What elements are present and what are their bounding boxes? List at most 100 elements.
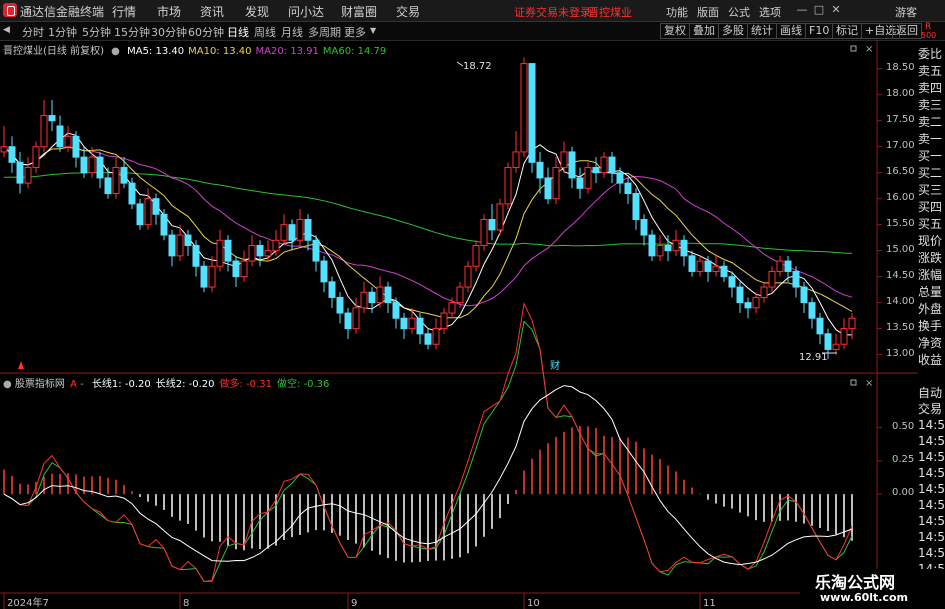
candle[interactable] [784, 260, 792, 272]
menu-item-caifuquan[interactable]: 财富圈 [341, 3, 377, 20]
trade-row-3[interactable]: 14:56 [918, 433, 945, 449]
candle[interactable] [96, 156, 104, 179]
fuquan-button[interactable]: 复权 [660, 23, 690, 39]
candle[interactable] [680, 239, 688, 257]
candle[interactable] [528, 63, 536, 163]
quote-field-2[interactable]: 卖四 [918, 80, 945, 97]
candle[interactable] [200, 265, 208, 288]
tab-weekly[interactable]: 周线 [254, 24, 276, 40]
candle[interactable] [776, 260, 784, 272]
quote-field-11[interactable]: 现价 [918, 233, 945, 250]
panel-close-icon[interactable]: × [865, 44, 873, 55]
tab-1min[interactable]: 1分钟 [48, 24, 77, 40]
candle[interactable] [752, 296, 760, 309]
candle[interactable] [288, 224, 296, 241]
minimize-icon[interactable]: — [795, 4, 809, 16]
candle[interactable] [104, 177, 112, 195]
candle[interactable] [264, 250, 272, 257]
candle[interactable] [712, 265, 720, 272]
candle[interactable] [688, 255, 696, 272]
trade-row-0[interactable]: 自动 [918, 385, 945, 401]
candle[interactable] [128, 182, 136, 205]
quote-field-9[interactable]: 买四 [918, 199, 945, 216]
duogu-button[interactable]: 多股 [718, 23, 748, 39]
indicator-expand-icon[interactable] [850, 379, 857, 386]
candle[interactable] [744, 302, 752, 309]
biaoji-button[interactable]: 标记 [832, 23, 862, 39]
candle[interactable] [0, 146, 8, 153]
candle[interactable] [208, 265, 216, 288]
candle[interactable] [736, 286, 744, 304]
candle[interactable] [280, 224, 288, 241]
candle[interactable] [808, 302, 816, 319]
quote-field-0[interactable]: 委比 [918, 46, 945, 63]
candle[interactable] [488, 218, 496, 231]
candle[interactable] [456, 286, 464, 304]
candle[interactable] [648, 234, 656, 257]
candle[interactable] [640, 218, 648, 236]
candle[interactable] [848, 317, 856, 330]
finance-marker[interactable]: 财 [550, 359, 560, 372]
trade-row-1[interactable]: 交易 [918, 401, 945, 417]
indicator-close-icon[interactable]: × [865, 378, 873, 389]
tab-30min[interactable]: 30分钟 [151, 24, 187, 40]
candle[interactable] [136, 203, 144, 226]
menu-item-faxian[interactable]: 发现 [245, 3, 269, 20]
quote-field-5[interactable]: 卖一 [918, 131, 945, 148]
tab-daily[interactable]: 日线 [227, 24, 249, 40]
candle[interactable] [112, 167, 120, 195]
candle[interactable] [256, 244, 264, 257]
quote-field-16[interactable]: 换手 [918, 318, 945, 335]
indicator-mode[interactable]: A [70, 379, 77, 390]
menu-item-banmian[interactable]: 版面 [697, 4, 719, 20]
guest-label[interactable]: 游客 [895, 4, 917, 20]
menu-item-shichang[interactable]: 市场 [157, 3, 181, 20]
candle[interactable] [32, 146, 40, 169]
quote-field-4[interactable]: 卖二 [918, 114, 945, 131]
close-icon[interactable]: ✕ [829, 4, 843, 16]
indicator-settings-icon[interactable]: ● [3, 379, 12, 390]
huaxian-button[interactable]: 画线 [776, 23, 806, 39]
quote-field-12[interactable]: 涨跌 [918, 250, 945, 267]
candle[interactable] [432, 328, 440, 345]
candle[interactable] [416, 317, 424, 335]
candle[interactable] [120, 167, 128, 184]
candle[interactable] [584, 167, 592, 189]
candle[interactable] [816, 317, 824, 335]
menu-item-zixun[interactable]: 资讯 [200, 3, 224, 20]
candle[interactable] [224, 239, 232, 262]
candle[interactable] [64, 135, 72, 148]
trade-row-8[interactable]: 14:56 [918, 513, 945, 529]
f10-button[interactable]: F10 [805, 23, 834, 39]
candle[interactable] [400, 317, 408, 330]
maximize-icon[interactable]: □ [812, 4, 826, 16]
candle[interactable] [384, 286, 392, 304]
candle[interactable] [24, 167, 32, 184]
indicator-title[interactable]: 股票指标网 [15, 379, 65, 390]
candle[interactable] [568, 151, 576, 179]
candle[interactable] [392, 302, 400, 319]
candle[interactable] [80, 156, 88, 174]
trade-row-6[interactable]: 14:56 [918, 481, 945, 497]
candle[interactable] [328, 281, 336, 298]
candle[interactable] [344, 312, 352, 330]
candle[interactable] [592, 167, 600, 174]
quote-field-18[interactable]: 收益 [918, 352, 945, 369]
candle[interactable] [760, 286, 768, 298]
candle[interactable] [216, 239, 224, 267]
tab-fenshi[interactable]: 分时 [22, 24, 44, 40]
candle[interactable] [800, 286, 808, 304]
candle[interactable] [600, 156, 608, 174]
tab-60min[interactable]: 60分钟 [188, 24, 224, 40]
menu-item-hangqing[interactable]: 行情 [112, 3, 136, 20]
quote-field-8[interactable]: 买三 [918, 182, 945, 199]
candle[interactable] [480, 218, 488, 246]
trade-row-2[interactable]: 14:56 [918, 417, 945, 433]
candle[interactable] [672, 239, 680, 252]
candle[interactable] [144, 198, 152, 226]
quote-field-14[interactable]: 总量 [918, 284, 945, 301]
candle[interactable] [352, 307, 360, 330]
candle[interactable] [336, 296, 344, 314]
tab-more[interactable]: 更多 [344, 24, 366, 40]
candle[interactable] [152, 198, 160, 215]
